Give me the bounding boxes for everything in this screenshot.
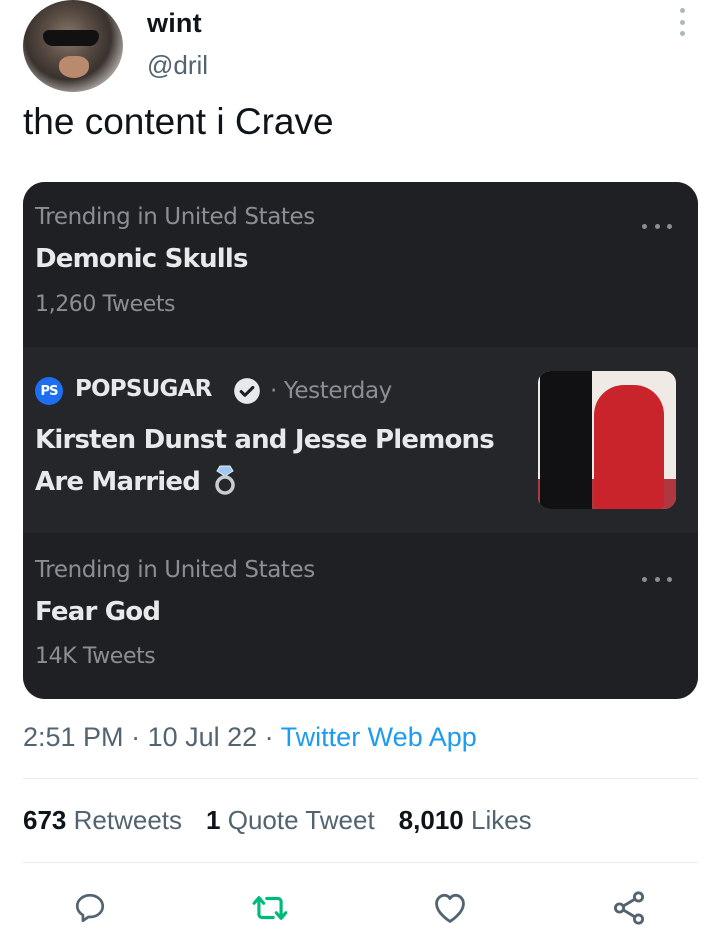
trend-title: Fear God [35, 597, 161, 627]
trend-more-icon[interactable] [642, 224, 672, 230]
trend-context: Trending in United States [35, 557, 315, 583]
retweets-count: 673 [23, 805, 67, 835]
source-app-link[interactable]: Twitter Web App [281, 722, 477, 752]
divider [23, 862, 698, 863]
quotes-stat[interactable]: 1 Quote Tweet [206, 805, 375, 835]
verified-badge-icon [234, 378, 260, 404]
tweet-date[interactable]: 10 Jul 22 [148, 722, 258, 752]
trend-item-fear-god[interactable]: Trending in United States Fear God 14K T… [23, 533, 698, 699]
likes-stat[interactable]: 8,010 Likes [399, 805, 532, 835]
tweet-time[interactable]: 2:51 PM [23, 722, 124, 752]
trend-tweet-count: 14K Tweets [35, 644, 156, 669]
publisher-name: POPSUGAR [75, 376, 212, 402]
trend-tweet-count: 1,260 Tweets [35, 292, 176, 317]
more-options-icon[interactable] [672, 8, 692, 36]
retweet-button[interactable] [247, 885, 293, 931]
trend-context: Trending in United States [35, 204, 315, 230]
separator: · [257, 722, 281, 752]
news-headline: Kirsten Dunst and Jesse Plemons Are Marr… [35, 419, 525, 503]
engagement-stats: 673 Retweets 1 Quote Tweet 8,010 Likes [23, 805, 532, 836]
share-icon [613, 891, 645, 925]
action-bar [0, 885, 719, 931]
news-item-popsugar[interactable]: PS POPSUGAR · Yesterday Kirsten Dunst an… [23, 347, 698, 533]
news-thumbnail-image[interactable] [538, 371, 676, 509]
avatar-hand [59, 56, 89, 78]
trend-item-demonic-skulls[interactable]: Trending in United States Demonic Skulls… [23, 182, 698, 347]
screenshot-card: Trending in United States Demonic Skulls… [23, 182, 698, 699]
retweets-stat[interactable]: 673 Retweets [23, 805, 182, 835]
divider [23, 778, 698, 779]
tweet-text: the content i Crave [23, 101, 334, 142]
retweets-label: Retweets [73, 805, 183, 835]
reply-button[interactable] [67, 885, 113, 931]
likes-count: 8,010 [398, 805, 464, 835]
quotes-count: 1 [206, 805, 221, 835]
headline-text: Kirsten Dunst and Jesse Plemons Are Marr… [35, 425, 495, 497]
heart-icon [435, 893, 465, 923]
trend-more-icon[interactable] [642, 577, 672, 583]
user-handle[interactable]: @dril [147, 50, 208, 81]
retweet-icon [252, 896, 288, 920]
publish-time: · Yesterday [270, 378, 392, 404]
display-name[interactable]: wint [147, 8, 202, 39]
ring-icon [215, 465, 236, 495]
tweet-metadata: 2:51 PM · 10 Jul 22 · Twitter Web App [23, 722, 477, 753]
separator: · [123, 722, 148, 752]
quotes-label: Quote Tweet [227, 805, 375, 835]
avatar-sunglasses [43, 30, 99, 46]
like-button[interactable] [427, 885, 473, 931]
avatar[interactable] [23, 0, 123, 92]
popsugar-logo: PS [35, 377, 63, 405]
trend-title: Demonic Skulls [35, 244, 248, 274]
likes-label: Likes [470, 805, 532, 835]
reply-icon [75, 893, 105, 923]
share-button[interactable] [606, 885, 652, 931]
